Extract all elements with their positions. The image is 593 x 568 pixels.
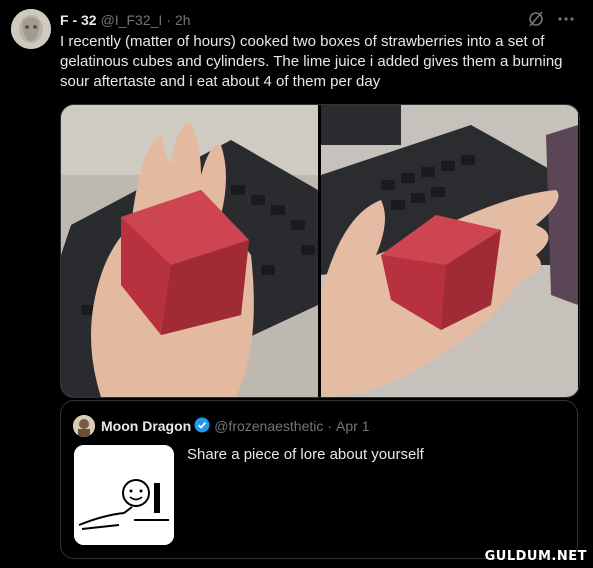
- quote-author-name[interactable]: Moon Dragon: [101, 418, 191, 434]
- tweet-time[interactable]: 2h: [175, 12, 191, 28]
- quote-media-thumbnail[interactable]: [74, 445, 174, 545]
- grok-icon[interactable]: [527, 10, 545, 33]
- photo-right[interactable]: [321, 105, 578, 397]
- verified-badge-icon: [194, 417, 210, 436]
- tweet-header: F - 32 @I_F32_I · 2h: [60, 11, 191, 29]
- separator: ·: [166, 12, 171, 28]
- tweet: F - 32 @I_F32_I · 2h I recently (matter …: [0, 0, 593, 568]
- quote-author-avatar[interactable]: [73, 415, 95, 437]
- quote-header: Moon Dragon @frozenaesthetic · Apr 1: [73, 415, 370, 437]
- watermark: GULDUM.NET: [484, 549, 587, 564]
- author-handle[interactable]: @I_F32_I: [101, 12, 163, 28]
- author-name[interactable]: F - 32: [60, 12, 97, 28]
- photo-left[interactable]: [61, 105, 318, 397]
- quote-text: Share a piece of lore about yourself: [187, 446, 424, 463]
- quote-author-handle[interactable]: @frozenaesthetic: [214, 418, 323, 434]
- tweet-actions: [527, 10, 575, 33]
- tweet-text: I recently (matter of hours) cooked two …: [60, 33, 563, 90]
- media-grid: [60, 104, 580, 398]
- quoted-tweet[interactable]: Moon Dragon @frozenaesthetic · Apr 1 Sha…: [60, 400, 578, 559]
- more-icon[interactable]: [557, 10, 575, 33]
- quote-date[interactable]: Apr 1: [336, 418, 369, 434]
- author-avatar[interactable]: [11, 9, 51, 49]
- quote-separator: ·: [327, 418, 333, 434]
